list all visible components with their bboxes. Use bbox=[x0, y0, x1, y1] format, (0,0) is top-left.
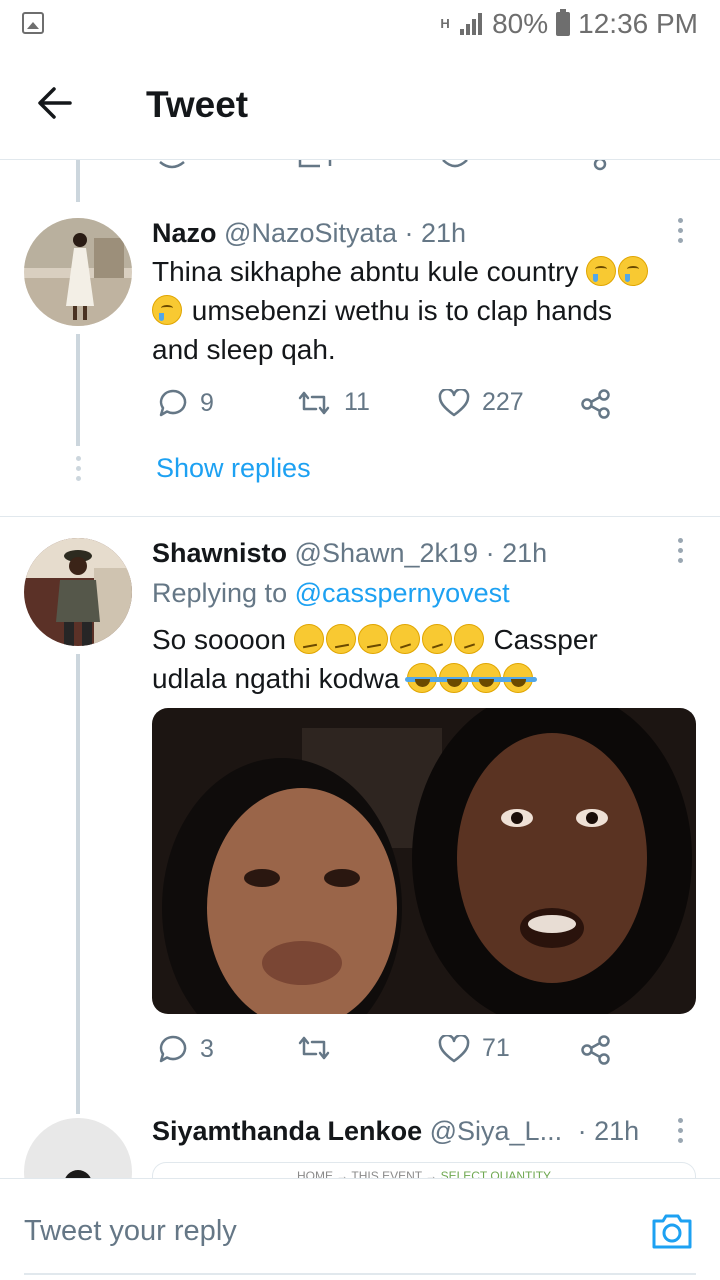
like-button[interactable]: 71 bbox=[438, 1034, 510, 1063]
tweet-header: Nazo @NazoSityata · 21h bbox=[152, 218, 466, 249]
retweet-icon bbox=[298, 391, 330, 414]
tweet-header: Siyamthanda Lenkoe @Siya_L... · 21h bbox=[152, 1116, 639, 1147]
more-options-icon[interactable] bbox=[676, 538, 684, 568]
thinking-face-emoji bbox=[325, 624, 356, 654]
reply-composer-bar: Tweet your reply bbox=[0, 1178, 720, 1280]
tweet-actions: 3 71 bbox=[152, 1034, 622, 1074]
network-type-label: H bbox=[440, 16, 450, 31]
tweet-text-line: So soooon bbox=[152, 624, 286, 655]
more-options-icon[interactable] bbox=[676, 218, 684, 248]
retweet-button[interactable]: 11 bbox=[296, 388, 370, 417]
thread-line bbox=[76, 334, 80, 446]
battery-percent: 80% bbox=[492, 8, 549, 39]
retweet-button[interactable] bbox=[296, 1034, 344, 1062]
camera-icon bbox=[652, 1214, 692, 1249]
retweet-count: 11 bbox=[344, 388, 370, 416]
share-icon bbox=[581, 1035, 610, 1065]
back-arrow-icon bbox=[38, 87, 72, 119]
crying-face-emoji bbox=[618, 256, 649, 286]
thinking-face-emoji bbox=[293, 624, 324, 654]
link-card-preview[interactable]: HOME → THIS EVENT → SELECT QUANTITY bbox=[152, 1162, 696, 1178]
tweet-text-line: Cassper bbox=[493, 624, 598, 655]
laughing-tears-emoji bbox=[437, 663, 474, 693]
tweet-header: Shawnisto @Shawn_2k19 · 21h bbox=[152, 538, 547, 569]
card-breadcrumb-home: HOME bbox=[296, 1169, 333, 1178]
top-app-bar: Tweet bbox=[0, 48, 720, 160]
tweet-photo[interactable] bbox=[152, 708, 696, 1014]
reply-button[interactable]: 3 bbox=[158, 1034, 214, 1064]
avatar[interactable] bbox=[24, 218, 132, 326]
confused-face-emoji bbox=[453, 624, 484, 654]
replying-to-handle[interactable]: @casspernyovest bbox=[295, 578, 510, 608]
confused-face-emoji bbox=[389, 624, 420, 654]
user-handle[interactable]: @Siya_L... bbox=[430, 1116, 562, 1146]
display-name[interactable]: Siyamthanda Lenkoe bbox=[152, 1116, 422, 1146]
reply-icon bbox=[159, 1035, 187, 1063]
retweet-icon bbox=[298, 1036, 330, 1060]
like-icon bbox=[438, 1034, 470, 1062]
tweet-text-line: udlala ngathi kodwa bbox=[152, 663, 400, 694]
tweet-time: · 21h bbox=[577, 1116, 640, 1146]
replying-to: Replying to @casspernyovest bbox=[152, 578, 510, 609]
gallery-notification-icon bbox=[22, 12, 44, 34]
crying-face-emoji bbox=[586, 256, 617, 286]
share-button[interactable] bbox=[580, 388, 612, 420]
share-button[interactable] bbox=[580, 1034, 612, 1066]
user-handle[interactable]: @NazoSityata bbox=[224, 218, 397, 248]
reply-button[interactable]: 9 bbox=[158, 388, 214, 418]
confused-face-emoji bbox=[421, 624, 452, 654]
like-icon bbox=[438, 388, 470, 416]
reply-count: 3 bbox=[200, 1034, 214, 1063]
tweet-time: · 21h bbox=[485, 538, 548, 568]
page-title: Tweet bbox=[146, 84, 249, 125]
display-name[interactable]: Nazo bbox=[152, 218, 217, 248]
laughing-tears-emoji bbox=[501, 663, 538, 693]
tweet-text: So soooon Cassper udlala ngathi kodwa bbox=[152, 620, 692, 698]
status-time: 12:36 PM bbox=[578, 8, 698, 39]
reply-input[interactable]: Tweet your reply bbox=[24, 1215, 237, 1248]
avatar-photo bbox=[24, 1118, 132, 1178]
card-breadcrumb-select: SELECT QUANTITY bbox=[440, 1169, 552, 1178]
thinking-face-emoji bbox=[357, 624, 388, 654]
crying-face-emoji bbox=[152, 295, 182, 325]
reply-count: 9 bbox=[200, 388, 214, 417]
card-breadcrumb-event: THIS EVENT bbox=[351, 1169, 422, 1178]
avatar[interactable] bbox=[24, 538, 132, 646]
divider bbox=[0, 516, 720, 517]
more-options-icon[interactable] bbox=[676, 1118, 684, 1148]
selfie-image bbox=[152, 708, 696, 1014]
share-icon bbox=[581, 389, 610, 419]
like-count: 227 bbox=[482, 388, 524, 416]
tweet-text-line: umsebenzi wethu is to clap hands bbox=[191, 295, 613, 326]
laughing-tears-emoji bbox=[469, 663, 506, 693]
camera-button[interactable] bbox=[650, 1211, 694, 1251]
user-handle[interactable]: @Shawn_2k19 bbox=[295, 538, 479, 568]
tweet-text-line: Thina sikhaphe abntu kule country bbox=[152, 256, 579, 287]
display-name[interactable]: Shawnisto bbox=[152, 538, 287, 568]
back-button[interactable] bbox=[30, 78, 80, 128]
laughing-tears-emoji bbox=[405, 663, 442, 693]
tweet-actions: 9 11 227 bbox=[152, 388, 622, 428]
like-count: 71 bbox=[482, 1034, 510, 1062]
reply-icon bbox=[159, 389, 187, 417]
signal-icon bbox=[460, 13, 484, 35]
replying-to-label: Replying to bbox=[152, 578, 288, 608]
thread-dots bbox=[76, 456, 82, 486]
tweet-thread[interactable]: Nazo @NazoSityata · 21h Thina sikhaphe a… bbox=[0, 160, 720, 1178]
avatar[interactable] bbox=[24, 1118, 132, 1178]
reply-input-underline bbox=[24, 1273, 696, 1275]
tweet-text: Thina sikhaphe abntu kule country umsebe… bbox=[152, 252, 692, 369]
thread-line bbox=[76, 160, 80, 202]
like-button[interactable]: 227 bbox=[438, 388, 524, 417]
avatar-photo bbox=[24, 218, 132, 326]
tweet-text-line: and sleep qah. bbox=[152, 334, 336, 365]
avatar-photo bbox=[24, 538, 132, 646]
thread-line bbox=[76, 654, 80, 1114]
previous-tweet-actions-clip bbox=[159, 160, 607, 171]
status-bar: H 80% 12:36 PM bbox=[0, 0, 720, 48]
tweet-time: · 21h bbox=[404, 218, 467, 248]
battery-icon bbox=[556, 9, 571, 36]
show-replies-link[interactable]: Show replies bbox=[156, 453, 311, 484]
